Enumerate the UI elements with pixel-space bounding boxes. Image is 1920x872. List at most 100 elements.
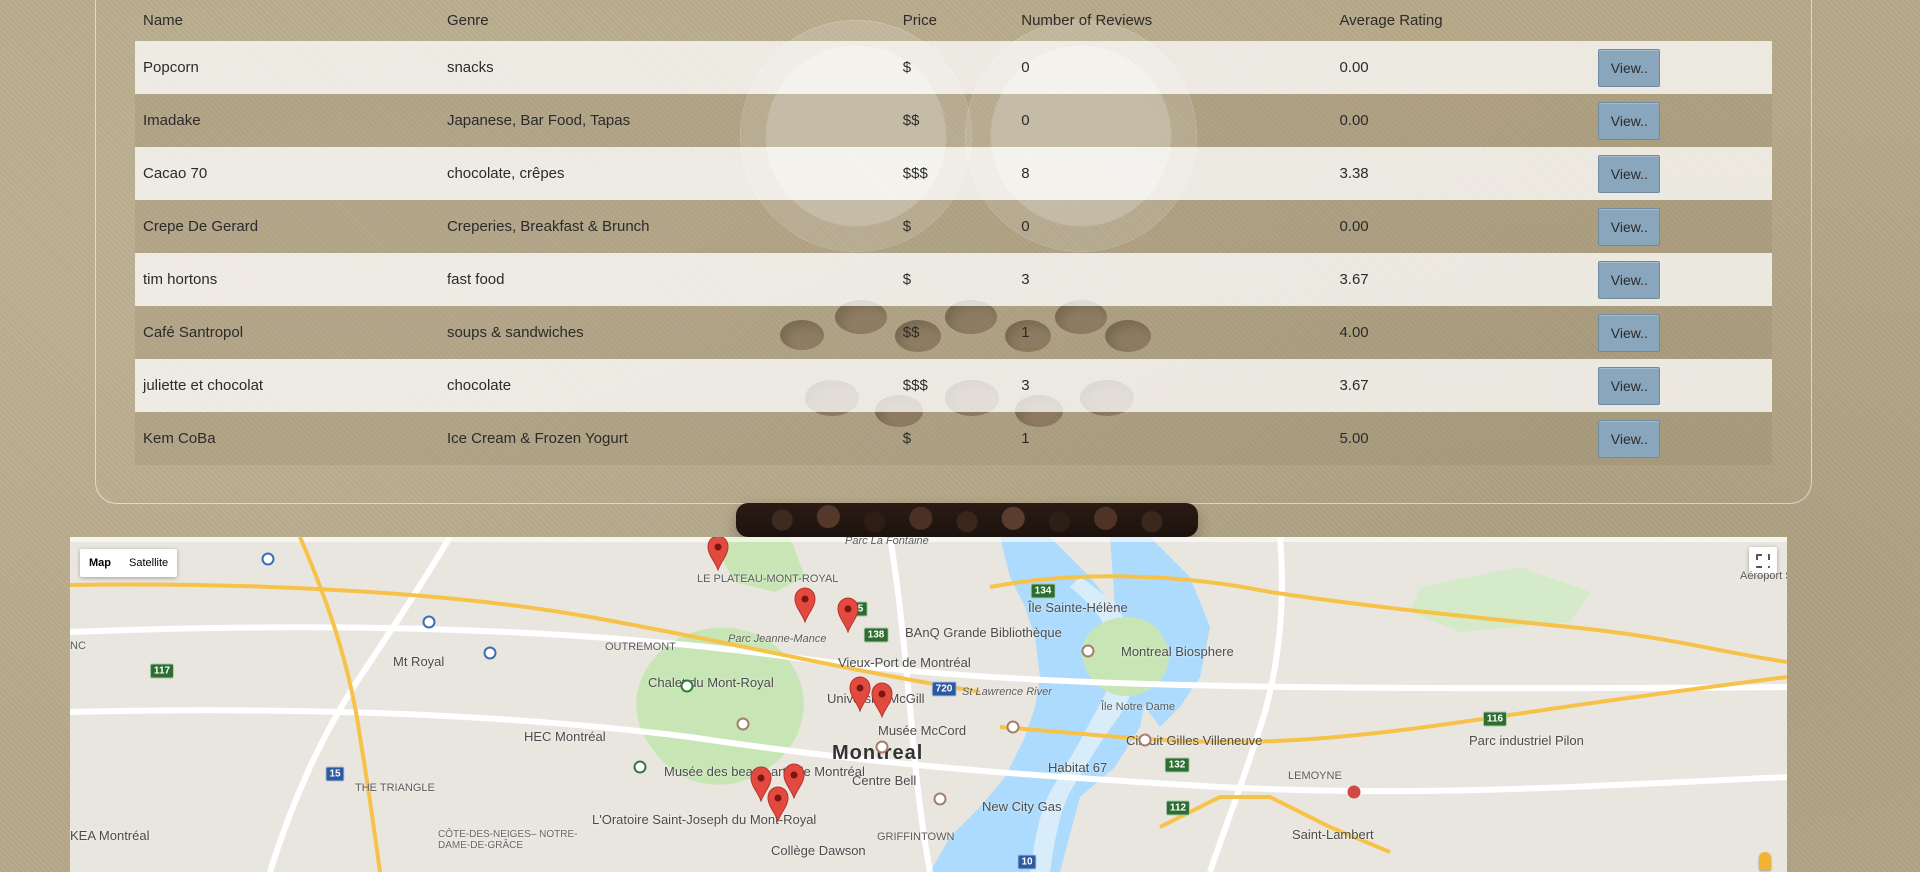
label-griffintown: GRIFFINTOWN xyxy=(877,831,955,843)
header-name: Name xyxy=(143,12,184,29)
map-marker-icon xyxy=(794,587,816,623)
restaurant-marker[interactable] xyxy=(837,597,859,633)
table-row: Café Santropol soups & sandwiches $$ 1 4… xyxy=(135,306,1772,359)
cell-price: $$ xyxy=(902,324,920,341)
transit-stop-icon xyxy=(483,646,497,660)
cell-rating: 0.00 xyxy=(1339,59,1369,76)
label-saint-lambert: Saint-Lambert xyxy=(1292,827,1374,842)
cell-action: View.. xyxy=(1590,412,1772,465)
label-cote-des-neiges: CÔTE-DES-NEIGES– NOTRE-DAME-DE-GRÂCE xyxy=(438,829,578,851)
transit-stop-icon xyxy=(261,552,275,566)
cell-name: Crepe De Gerard xyxy=(143,218,259,235)
label-ile-sainte-helene: Île Sainte-Hélène xyxy=(1028,600,1128,615)
view-button[interactable]: View.. xyxy=(1598,313,1661,352)
hospital-icon xyxy=(1347,785,1361,799)
cell-genre: chocolate, crêpes xyxy=(446,165,565,182)
cell-name: Cacao 70 xyxy=(143,165,208,182)
cell-rating: 5.00 xyxy=(1339,430,1369,447)
label-parc-jeanne-mance: Parc Jeanne-Mance xyxy=(728,633,827,645)
label-banq: BAnQ Grande Bibliothèque xyxy=(905,625,1062,640)
cell-action: View.. xyxy=(1590,200,1772,253)
map-type-satellite-button[interactable]: Satellite xyxy=(120,549,178,577)
restaurant-marker[interactable] xyxy=(767,786,789,822)
label-nc: NC xyxy=(70,640,86,652)
cell-name: Kem CoBa xyxy=(143,430,216,447)
highway-shield-134: 134 xyxy=(1030,583,1056,599)
view-button[interactable]: View.. xyxy=(1598,101,1661,140)
label-hec: HEC Montréal xyxy=(524,729,606,744)
highway-shield-15: 15 xyxy=(325,766,345,782)
map-marker-icon xyxy=(837,597,859,633)
label-habitat-67: Habitat 67 xyxy=(1048,760,1108,775)
highway-shield-132: 132 xyxy=(1164,757,1190,773)
map-canvas[interactable] xyxy=(70,537,1787,872)
label-parc-la-fontaine: Parc La Fontaine xyxy=(845,537,929,547)
cell-reviews: 3 xyxy=(1021,271,1030,288)
restaurant-marker[interactable] xyxy=(707,537,729,571)
label-vieux-port: Vieux-Port de Montréal xyxy=(838,655,971,670)
place-icon xyxy=(933,792,947,806)
view-button[interactable]: View.. xyxy=(1598,154,1661,193)
restaurant-marker[interactable] xyxy=(849,676,871,712)
view-button[interactable]: View.. xyxy=(1598,419,1661,458)
place-icon xyxy=(1006,720,1020,734)
restaurant-table: Name Genre Price Number of Reviews Avera… xyxy=(135,0,1772,465)
header-number-of-reviews: Number of Reviews xyxy=(1021,12,1153,29)
cell-genre: snacks xyxy=(446,59,494,76)
place-icon xyxy=(1138,733,1152,747)
view-button[interactable]: View.. xyxy=(1598,260,1661,299)
table-row: Imadake Japanese, Bar Food, Tapas $$ 0 0… xyxy=(135,94,1772,147)
label-airport: Aéroport Saint-Hu xyxy=(1740,570,1787,582)
cell-reviews: 0 xyxy=(1021,218,1030,235)
cell-reviews: 0 xyxy=(1021,59,1030,76)
cell-action: View.. xyxy=(1590,306,1772,359)
park-icon xyxy=(633,760,647,774)
header-average-rating: Average Rating xyxy=(1339,12,1443,29)
cell-genre: Creperies, Breakfast & Brunch xyxy=(446,218,650,235)
highway-shield-720: 720 xyxy=(931,681,957,697)
highway-shield-116: 116 xyxy=(1482,711,1508,727)
cell-action: View.. xyxy=(1590,147,1772,200)
google-map[interactable]: Map Satellite LE PLATEAU-MONT-ROYAL Parc… xyxy=(70,537,1787,872)
restaurant-marker[interactable] xyxy=(871,682,893,718)
cell-rating: 4.00 xyxy=(1339,324,1369,341)
cell-action: View.. xyxy=(1590,94,1772,147)
restaurant-table-wrap: Name Genre Price Number of Reviews Avera… xyxy=(135,0,1772,465)
view-button[interactable]: View.. xyxy=(1598,366,1661,405)
cell-action: View.. xyxy=(1590,41,1772,94)
cell-price: $$ xyxy=(902,112,920,129)
cell-rating: 0.00 xyxy=(1339,218,1369,235)
cell-genre: fast food xyxy=(446,271,505,288)
cell-name: Popcorn xyxy=(143,59,199,76)
map-marker-icon xyxy=(767,786,789,822)
label-mt-royal: Mt Royal xyxy=(393,654,445,669)
coffee-beans-strip xyxy=(736,503,1198,537)
label-parc-industriel-pilon: Parc industriel Pilon xyxy=(1469,733,1584,748)
label-college-dawson: Collège Dawson xyxy=(771,843,866,858)
cell-name: Imadake xyxy=(143,112,201,129)
cell-name: juliette et chocolat xyxy=(143,377,264,394)
table-row: Popcorn snacks $ 0 0.00 View.. xyxy=(135,41,1772,94)
label-lemoyne: LEMOYNE xyxy=(1288,770,1342,782)
table-row: Cacao 70 chocolate, crêpes $$$ 8 3.38 Vi… xyxy=(135,147,1772,200)
table-row: tim hortons fast food $ 3 3.67 View.. xyxy=(135,253,1772,306)
table-body: Popcorn snacks $ 0 0.00 View.. Imadake J… xyxy=(135,41,1772,465)
table-row: juliette et chocolat chocolate $$$ 3 3.6… xyxy=(135,359,1772,412)
cell-action: View.. xyxy=(1590,253,1772,306)
view-button[interactable]: View.. xyxy=(1598,48,1661,87)
cell-name: tim hortons xyxy=(143,271,218,288)
view-button[interactable]: View.. xyxy=(1598,207,1661,246)
restaurant-marker[interactable] xyxy=(794,587,816,623)
table-row: Kem CoBa Ice Cream & Frozen Yogurt $ 1 5… xyxy=(135,412,1772,465)
table-row: Crepe De Gerard Creperies, Breakfast & B… xyxy=(135,200,1772,253)
map-type-map-button[interactable]: Map xyxy=(80,549,120,577)
label-plateau: LE PLATEAU-MONT-ROYAL xyxy=(697,573,839,585)
cell-rating: 0.00 xyxy=(1339,112,1369,129)
label-new-city-gas: New City Gas xyxy=(982,799,1062,814)
cell-rating: 3.38 xyxy=(1339,165,1369,182)
label-the-triangle: THE TRIANGLE xyxy=(355,782,435,794)
cell-genre: chocolate xyxy=(446,377,512,394)
cell-reviews: 1 xyxy=(1021,430,1030,447)
pegman-icon[interactable] xyxy=(1759,852,1771,870)
cell-reviews: 3 xyxy=(1021,377,1030,394)
